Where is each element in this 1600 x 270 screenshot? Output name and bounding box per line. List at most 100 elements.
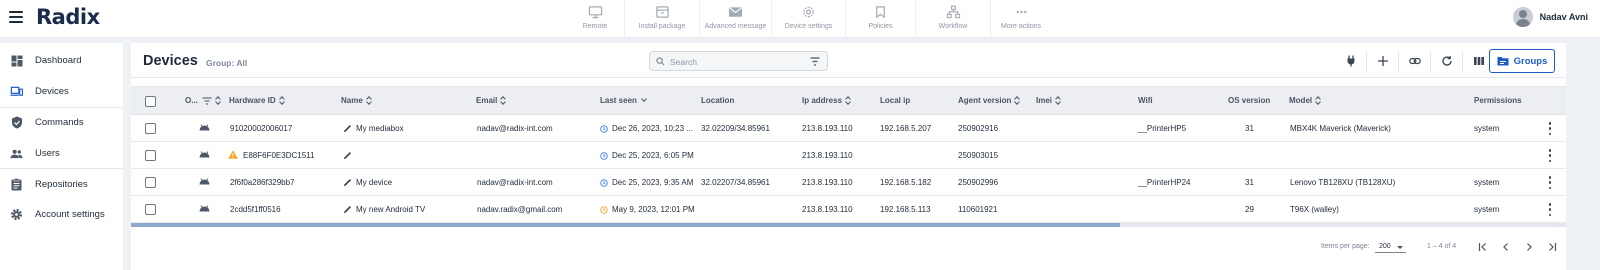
sort-icon <box>366 96 372 105</box>
search-box[interactable] <box>649 51 828 71</box>
os-version-cell: 31 <box>1245 178 1254 187</box>
local-ip-cell: 192.168.5.113 <box>880 205 931 214</box>
plug-icon <box>1347 55 1354 67</box>
column-header-agent-version[interactable]: Agent version <box>958 96 1020 105</box>
column-header-permissions[interactable]: Permissions <box>1474 96 1522 105</box>
row-checkbox[interactable] <box>145 150 156 161</box>
menu-icon[interactable] <box>9 11 23 23</box>
sidebar-item-devices[interactable]: Devices <box>0 76 123 107</box>
workflow-button[interactable]: Workflow <box>916 0 991 38</box>
device-name: My device <box>356 178 393 187</box>
more-actions-button[interactable]: More actions <box>991 0 1051 38</box>
android-icon <box>199 178 210 185</box>
row-checkbox[interactable] <box>145 177 156 188</box>
first-page-button[interactable] <box>1476 240 1490 254</box>
column-header-email[interactable]: Email <box>476 96 506 105</box>
sidebar-item-label: Devices <box>35 86 69 97</box>
next-page-button[interactable] <box>1522 240 1536 254</box>
refresh-button[interactable] <box>1431 51 1463 71</box>
table-row[interactable]: 2f6f0a286f329bb7 My device nadav@radix-i… <box>131 169 1566 196</box>
search-input[interactable] <box>670 55 800 68</box>
column-header-hardware-id[interactable]: Hardware ID <box>229 96 285 105</box>
column-header-os[interactable]: O... <box>185 96 221 105</box>
model-cell: T96X (walley) <box>1290 205 1339 214</box>
chevron-right-icon <box>1527 243 1532 251</box>
pencil-icon[interactable] <box>343 124 352 133</box>
remote-button[interactable]: Remote <box>566 0 625 38</box>
pencil-icon[interactable] <box>343 205 352 214</box>
name-cell[interactable] <box>343 151 356 160</box>
sidebar: Dashboard Devices Commands Users Reposit… <box>0 43 123 270</box>
pencil-icon[interactable] <box>343 178 352 187</box>
column-header-label: Agent version <box>958 96 1012 105</box>
filter-icon[interactable] <box>202 96 212 105</box>
model-cell: MBX4K Maverick (Maverick) <box>1290 124 1391 133</box>
pencil-icon[interactable] <box>343 151 352 160</box>
user-menu[interactable]: Nadav Avni <box>1512 7 1588 27</box>
row-menu-icon[interactable] <box>1547 122 1553 135</box>
column-header-label: Permissions <box>1474 96 1522 105</box>
column-header-label: Name <box>341 96 363 105</box>
android-icon <box>199 205 210 212</box>
column-header-wifi[interactable]: Wifi <box>1138 96 1153 105</box>
name-cell[interactable]: My mediabox <box>343 124 404 133</box>
clock-icon <box>600 179 608 187</box>
column-header-label: O... <box>185 96 198 105</box>
column-header-model[interactable]: Model <box>1289 96 1321 105</box>
sidebar-item-users[interactable]: Users <box>0 138 123 169</box>
search-icon <box>656 57 665 66</box>
sidebar-item-repositories[interactable]: Repositories <box>0 169 123 200</box>
hardware-id-cell: 2cdd5f1ff0516 <box>230 205 281 214</box>
wifi-cell: __PrinterHP5 <box>1138 124 1187 133</box>
install-package-button[interactable]: Install package <box>625 0 700 38</box>
name-cell[interactable]: My device <box>343 178 392 187</box>
device-settings-button[interactable]: Device settings <box>772 0 846 38</box>
link-button[interactable] <box>1399 51 1431 71</box>
column-header-location[interactable]: Location <box>701 96 734 105</box>
last-seen-value: Dec 25, 2023, 9:35 AM <box>612 178 694 187</box>
add-device-button[interactable] <box>1367 51 1399 71</box>
row-menu-icon[interactable] <box>1547 149 1553 162</box>
sidebar-item-commands[interactable]: Commands <box>0 107 123 138</box>
policies-label: Policies <box>868 23 893 30</box>
refresh-icon <box>1441 56 1452 66</box>
row-checkbox[interactable] <box>145 204 156 215</box>
sidebar-item-dashboard[interactable]: Dashboard <box>0 45 123 76</box>
advanced-message-button[interactable]: Advanced message <box>700 0 772 38</box>
table-row[interactable]: 91020002006017 My mediabox nadav@radix-i… <box>131 115 1566 142</box>
name-cell[interactable]: My new Android TV <box>343 205 425 214</box>
group-filter-label[interactable]: Group: All <box>206 58 247 68</box>
link-icon <box>1408 57 1421 65</box>
items-per-page-select[interactable]: 200 <box>1375 241 1406 253</box>
row-menu-icon[interactable] <box>1547 203 1553 216</box>
table-row[interactable]: 2cdd5f1ff0516 My new Android TV nadav.ra… <box>131 196 1566 223</box>
column-header-label: Hardware ID <box>229 96 276 105</box>
table-row[interactable]: E88F6F0E3DC1511 Dec 25, 2023, 6:05 PM 21… <box>131 142 1566 169</box>
column-header-os-version[interactable]: OS version <box>1228 96 1270 105</box>
app-logo: Radix <box>36 5 100 29</box>
column-header-name[interactable]: Name <box>341 96 372 105</box>
column-header-local-ip[interactable]: Local ip <box>880 96 910 105</box>
sidebar-item-label: Account settings <box>35 209 105 220</box>
filter-icon[interactable] <box>810 57 820 66</box>
plug-button[interactable] <box>1335 51 1367 71</box>
sidebar-item-account-settings[interactable]: Account settings <box>0 199 123 230</box>
warning-icon <box>228 150 238 159</box>
policies-button[interactable]: Policies <box>846 0 916 38</box>
select-all-checkbox[interactable] <box>145 96 156 107</box>
previous-page-button[interactable] <box>1499 240 1513 254</box>
column-header-imei[interactable]: Imei <box>1036 96 1061 105</box>
chevron-down-icon <box>641 96 647 102</box>
devices-icon <box>10 85 23 98</box>
column-header-ip-address[interactable]: Ip address <box>802 96 851 105</box>
row-checkbox[interactable] <box>145 123 156 134</box>
workflow-icon <box>946 5 960 19</box>
row-menu-icon[interactable] <box>1547 176 1553 189</box>
last-page-button[interactable] <box>1545 240 1559 254</box>
sort-icon <box>1055 96 1061 105</box>
column-header-label: Model <box>1289 96 1313 105</box>
workflow-label: Workflow <box>938 23 968 30</box>
column-header-last-seen[interactable]: Last seen <box>600 96 647 105</box>
page-title: Devices <box>143 53 198 69</box>
groups-button[interactable]: Groups <box>1489 49 1555 73</box>
